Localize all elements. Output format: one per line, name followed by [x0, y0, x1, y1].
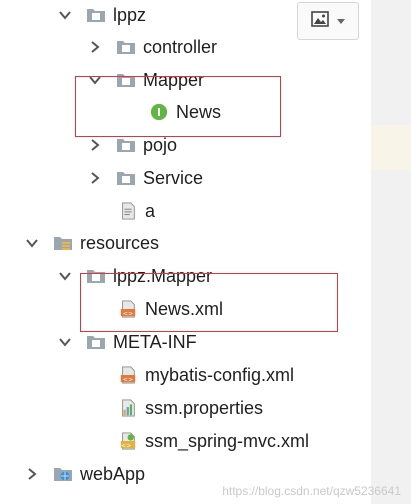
- highlight-box-lppz-mapper: [80, 273, 338, 332]
- project-tree: lppz controller Mapper I News pojo Servi…: [0, 0, 371, 504]
- chevron-right-icon[interactable]: [22, 464, 42, 484]
- chevron-right-icon[interactable]: [85, 37, 105, 57]
- spring-xml-file-icon: <>: [117, 431, 139, 451]
- tree-node-ssm-properties[interactable]: ssm.properties: [117, 393, 263, 423]
- tree-node-label: lppz: [113, 5, 147, 25]
- properties-file-icon: [117, 398, 139, 418]
- chevron-right-icon[interactable]: [85, 135, 105, 155]
- package-folder-icon: [85, 5, 107, 25]
- tree-node-label: ssm_spring-mvc.xml: [145, 431, 310, 451]
- svg-text:<>: <>: [121, 442, 132, 449]
- right-gutter: [371, 0, 411, 504]
- package-folder-icon: [85, 332, 107, 352]
- tree-node-label: Service: [143, 168, 204, 188]
- resources-folder-icon: [52, 233, 74, 253]
- tree-node-label: controller: [143, 37, 218, 57]
- tree-node-webapp[interactable]: webApp: [22, 459, 145, 489]
- package-folder-icon: [115, 168, 137, 188]
- scroll-highlight: [371, 125, 411, 170]
- tree-node-label: a: [145, 201, 156, 221]
- highlight-box-mapper: [75, 76, 281, 137]
- tree-node-label: ssm.properties: [145, 398, 264, 418]
- tree-node-service[interactable]: Service: [87, 163, 203, 193]
- tree-node-ssm-spring-mvc[interactable]: <> ssm_spring-mvc.xml: [117, 426, 309, 456]
- image-toolbar-button[interactable]: [297, 2, 359, 40]
- package-folder-icon: [115, 37, 137, 57]
- chevron-down-icon[interactable]: [22, 233, 42, 253]
- watermark-text: https://blog.csdn.net/qzw5236641: [222, 484, 401, 498]
- web-folder-icon: [52, 464, 74, 484]
- tree-node-a[interactable]: a: [117, 196, 155, 226]
- tree-node-lppz[interactable]: lppz: [55, 0, 146, 30]
- tree-node-label: mybatis-config.xml: [145, 365, 295, 385]
- chevron-down-icon[interactable]: [55, 5, 75, 25]
- caret-down-icon: [337, 12, 345, 30]
- tree-node-label: webApp: [80, 464, 146, 484]
- xml-file-icon: <>: [117, 365, 139, 385]
- chevron-down-icon[interactable]: [55, 266, 75, 286]
- chevron-right-icon[interactable]: [85, 168, 105, 188]
- image-icon: [311, 10, 329, 32]
- tree-node-resources[interactable]: resources: [22, 228, 159, 258]
- tree-node-label: resources: [80, 233, 160, 253]
- chevron-down-icon[interactable]: [55, 332, 75, 352]
- tree-node-mybatis-config[interactable]: <> mybatis-config.xml: [117, 360, 294, 390]
- tree-node-controller[interactable]: controller: [87, 32, 217, 62]
- text-file-icon: [117, 201, 139, 221]
- svg-text:<>: <>: [123, 376, 134, 383]
- package-folder-icon: [115, 135, 137, 155]
